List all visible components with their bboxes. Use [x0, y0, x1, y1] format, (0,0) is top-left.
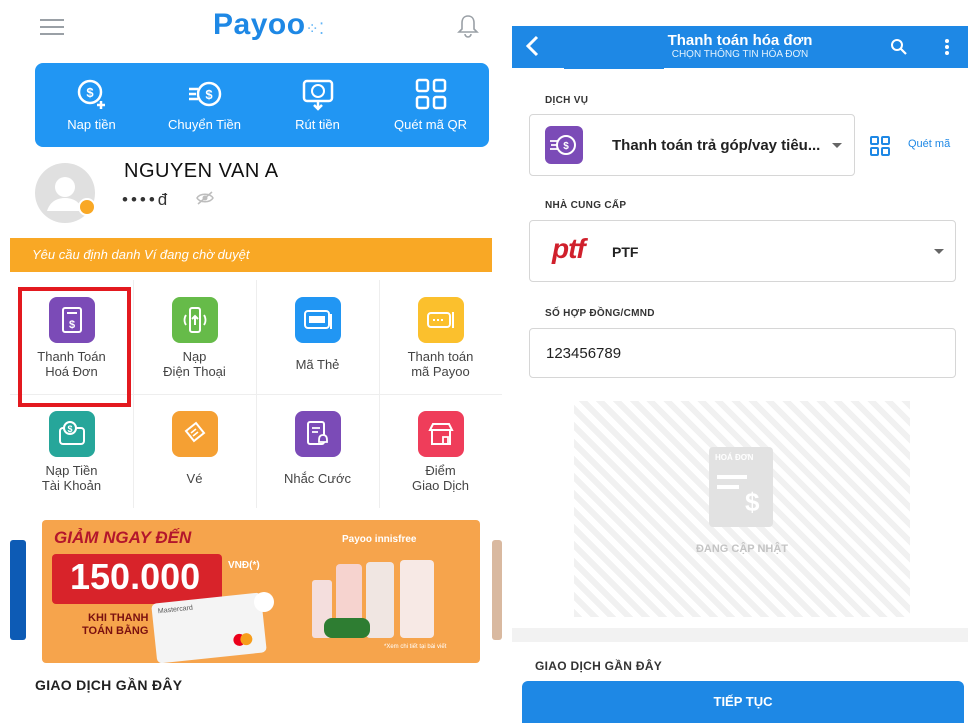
invoice-placeholder: HOÁ ĐƠN $ ĐANG CẬP NHẬT — [574, 401, 910, 617]
verification-banner[interactable]: Yêu cầu định danh Ví đang chờ duyệt — [10, 238, 492, 272]
promo-next-peek[interactable] — [492, 540, 502, 640]
bill-reminder-icon — [294, 411, 341, 457]
service-label: Nạp Tiền — [45, 463, 98, 478]
qr-scan-icon[interactable] — [869, 135, 891, 162]
service-label: Nạp — [182, 349, 207, 364]
contract-field-label: SỐ HỢP ĐỒNG/CMND — [545, 308, 655, 319]
quick-actions-bar: $ Nap tiền $ Chuyển Tiền Rút tiền Quét m… — [35, 63, 489, 147]
pending-badge-icon — [78, 198, 96, 216]
transfer-icon: $ — [188, 81, 221, 107]
service-store-locations[interactable]: Điểm Giao Dịch — [379, 394, 502, 508]
service-ticket[interactable]: Vé — [133, 394, 256, 508]
withdraw-button[interactable]: Rút tiền — [261, 63, 374, 147]
service-field-label: DỊCH VỤ — [545, 95, 589, 106]
promo-prev-peek[interactable] — [10, 540, 26, 640]
invoice-placeholder-title: HOÁ ĐƠN — [715, 453, 754, 462]
profile-name: NGUYEN VAN A — [124, 160, 279, 182]
svg-text:$: $ — [563, 141, 569, 152]
wallet-topup-icon: $ — [48, 411, 95, 457]
service-label: Giao Dịch — [411, 478, 470, 493]
mastercard-card: Mastercard — [151, 592, 267, 663]
qr-scan-button[interactable]: Quét mã QR — [374, 63, 487, 147]
transfer-button[interactable]: $ Chuyển Tiền — [148, 63, 261, 147]
qr-scan-label: Quét mã QR — [394, 117, 467, 132]
invoice-placeholder-icon: HOÁ ĐƠN $ — [709, 447, 773, 527]
promo-line4: TOÁN BẰNG — [82, 625, 149, 637]
more-vertical-icon[interactable] — [944, 38, 950, 61]
transfer-label: Chuyển Tiền — [168, 117, 241, 132]
installment-service-icon: $ — [545, 126, 583, 164]
balance-masked: ••••đ — [122, 190, 171, 209]
payoo-code-icon — [417, 297, 464, 343]
service-label: Thanh toán — [407, 349, 474, 364]
service-label: Mã Thẻ — [295, 357, 340, 372]
qr-scan-icon — [415, 78, 446, 110]
service-bill-reminder[interactable]: Nhắc Cước — [256, 394, 379, 508]
withdraw-icon — [302, 79, 333, 111]
service-select[interactable]: $ Thanh toán trả góp/vay tiêu... — [529, 114, 855, 176]
ticket-icon — [171, 411, 218, 457]
contactless-icon — [254, 592, 274, 612]
service-label: Điểm — [425, 463, 456, 478]
deposit-button[interactable]: $ Nap tiền — [35, 63, 148, 147]
header-tab-indicator — [564, 66, 664, 69]
promo-footnote: *Xem chi tiết tại bài viết — [384, 644, 447, 650]
bill-payment-screen: Thanh toán hóa đơn CHỌN THÔNG TIN HÓA ĐƠ… — [512, 0, 968, 723]
provider-select-value: PTF — [612, 244, 639, 260]
promo-line3: KHI THANH — [88, 612, 149, 624]
service-select-value: Thanh toán trả góp/vay tiêu... — [612, 137, 821, 154]
withdraw-label: Rút tiền — [295, 117, 340, 132]
deposit-label: Nap tiền — [67, 117, 116, 132]
section-divider — [512, 628, 968, 642]
service-label: Vé — [186, 471, 203, 486]
deposit-icon: $ — [77, 79, 105, 109]
svg-text:$: $ — [205, 87, 213, 102]
payoo-logo: Payoo⁘⁚ — [213, 8, 325, 41]
bell-icon[interactable] — [457, 13, 479, 44]
menu-icon[interactable] — [40, 14, 64, 40]
service-label: mã Payoo — [411, 364, 470, 379]
phone-topup-icon — [171, 297, 218, 343]
store-icon — [417, 411, 464, 457]
svg-text:$: $ — [67, 424, 72, 434]
svg-text:$: $ — [86, 85, 94, 100]
header-bar: Thanh toán hóa đơn CHỌN THÔNG TIN HÓA ĐƠ… — [512, 26, 968, 68]
service-card-code[interactable]: Mã Thẻ — [256, 280, 379, 394]
continue-button[interactable]: TIẾP TỤC — [522, 681, 964, 723]
invoice-placeholder-status: ĐANG CẬP NHẬT — [695, 543, 789, 555]
promo-line1: GIẢM NGAY ĐẾN — [54, 528, 192, 547]
search-icon[interactable] — [890, 38, 908, 61]
contract-number-value: 123456789 — [546, 345, 622, 362]
promo-banner[interactable]: GIẢM NGAY ĐẾN 150.000 VNĐ(*) KHI THANH T… — [42, 520, 480, 663]
chevron-down-icon — [934, 249, 944, 254]
recent-transactions-title: GIAO DỊCH GẦN ĐÂY — [35, 677, 183, 693]
scan-code-link[interactable]: Quét mã — [908, 138, 950, 150]
promo-currency: VNĐ(*) — [228, 560, 260, 571]
provider-field-label: NHÀ CUNG CẤP — [545, 200, 627, 211]
chevron-down-icon — [832, 143, 842, 148]
selection-highlight — [18, 287, 131, 407]
service-label: Nhắc Cước — [283, 471, 352, 486]
service-wallet-topup[interactable]: $ Nạp Tiền Tài Khoản — [10, 394, 133, 508]
contract-number-input[interactable]: 123456789 — [529, 328, 956, 378]
card-code-icon — [294, 297, 341, 343]
promo-amount: 150.000 — [70, 556, 201, 597]
service-payoo-code[interactable]: Thanh toán mã Payoo — [379, 280, 502, 394]
eye-hidden-icon[interactable] — [196, 191, 214, 210]
service-phone-topup[interactable]: Nạp Điện Thoại — [133, 280, 256, 394]
ptf-logo: ptf — [552, 233, 586, 264]
recent-transactions-title: GIAO DỊCH GẦN ĐÂY — [535, 659, 663, 673]
service-label: Điện Thoại — [163, 364, 226, 379]
promo-brands: Payoo innisfree — [342, 534, 417, 545]
home-screen: Payoo⁘⁚ $ Nap tiền $ Chuyển Tiền Rút tiề… — [0, 0, 502, 723]
provider-select[interactable]: ptf PTF — [529, 220, 956, 282]
service-label: Tài Khoản — [41, 478, 102, 493]
